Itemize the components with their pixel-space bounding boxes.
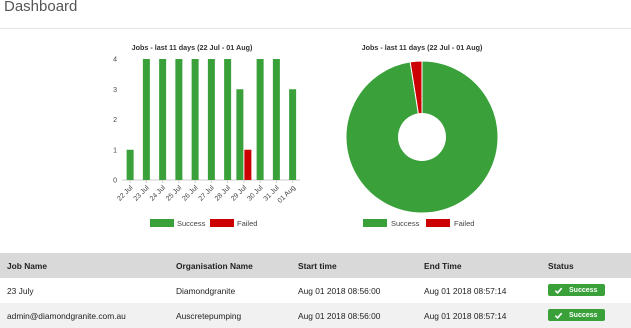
col-header-job-name[interactable]: Job Name [0, 253, 169, 278]
bar-success[interactable] [175, 59, 183, 180]
status-badge: Success [548, 284, 606, 297]
title-divider [0, 28, 631, 29]
y-tick-label: 3 [113, 87, 117, 94]
bar-failed[interactable] [244, 149, 252, 180]
cell-end-time: Aug 01 2018 08:57:14 [424, 285, 507, 296]
col-header-organisation[interactable]: Organisation Name [169, 253, 291, 278]
bar-legend-success-swatch [150, 219, 174, 227]
cell-job-name: 23 July [7, 285, 34, 296]
cell-end-time: Aug 01 2018 08:57:14 [424, 310, 507, 321]
status-badge: Success [548, 309, 606, 322]
x-tick-label: 25 Jul [165, 184, 183, 202]
donut-legend-success-label: Success [391, 219, 420, 228]
bar-success[interactable] [159, 59, 167, 180]
bar-success[interactable] [289, 89, 297, 180]
bar-success[interactable] [272, 59, 280, 180]
x-tick-label: 24 Jul [149, 184, 167, 202]
table-row[interactable]: 23 July Diamondgranite Aug 01 2018 08:56… [0, 278, 631, 303]
col-header-status[interactable]: Status [541, 253, 631, 278]
donut-chart: Jobs - last 11 days (22 Jul - 01 Aug) Su… [345, 43, 499, 228]
x-tick-label: 30 Jul [246, 184, 264, 202]
x-tick-label: 01 Aug [277, 184, 297, 204]
donut-chart-title: Jobs - last 11 days (22 Jul - 01 Aug) [362, 43, 483, 52]
check-icon [554, 287, 563, 294]
bar-legend-failed-swatch [210, 219, 234, 227]
cell-job-name: admin@diamondgranite.com.au [7, 310, 126, 321]
bar-legend-success-label: Success [177, 219, 206, 228]
y-tick-label: 4 [113, 57, 117, 64]
x-tick-label: 28 Jul [214, 184, 232, 202]
check-icon [554, 312, 563, 319]
y-tick-label: 1 [113, 147, 117, 154]
bar-success[interactable] [142, 59, 150, 180]
x-tick-label: 27 Jul [198, 184, 216, 202]
y-tick-label: 2 [113, 117, 117, 124]
donut-hole [398, 113, 446, 161]
status-label: Success [569, 311, 598, 319]
table-row[interactable]: admin@diamondgranite.com.au Auscretepump… [0, 303, 631, 328]
cell-start-time: Aug 01 2018 08:56:00 [298, 285, 381, 296]
bar-chart-title: Jobs - last 11 days (22 Jul - 01 Aug) [132, 43, 253, 52]
col-header-end-time[interactable]: End Time [417, 253, 541, 278]
donut-legend-failed-label: Failed [454, 219, 474, 228]
cell-status: Success [541, 278, 631, 303]
x-tick-label: 26 Jul [181, 184, 199, 202]
x-tick-label: 29 Jul [230, 184, 248, 202]
bar-success[interactable] [207, 59, 215, 180]
bar-success[interactable] [191, 59, 199, 180]
bar-success[interactable] [224, 59, 232, 180]
bar-success[interactable] [126, 149, 134, 180]
donut-legend-failed-swatch [426, 219, 450, 227]
y-tick-label: 0 [113, 178, 117, 185]
table-header-row: Job Name Organisation Name Start time En… [0, 253, 631, 278]
col-header-start-time[interactable]: Start time [291, 253, 417, 278]
donut-legend-success-swatch [363, 219, 387, 227]
cell-status: Success [541, 303, 631, 328]
cell-start-time: Aug 01 2018 08:56:00 [298, 310, 381, 321]
bar-success[interactable] [256, 59, 264, 180]
bar-legend-failed-label: Failed [237, 219, 257, 228]
x-tick-label: 22 Jul [116, 184, 134, 202]
cell-organisation: Diamondgranite [176, 285, 236, 296]
cell-organisation: Auscretepumping [176, 310, 242, 321]
x-tick-label: 23 Jul [133, 184, 151, 202]
status-label: Success [569, 286, 598, 294]
page-title: Dashboard [4, 0, 78, 15]
bar-chart: Jobs - last 11 days (22 Jul - 01 Aug) 01… [113, 43, 300, 228]
bar-success[interactable] [236, 89, 244, 180]
jobs-table: Job Name Organisation Name Start time En… [0, 253, 631, 328]
